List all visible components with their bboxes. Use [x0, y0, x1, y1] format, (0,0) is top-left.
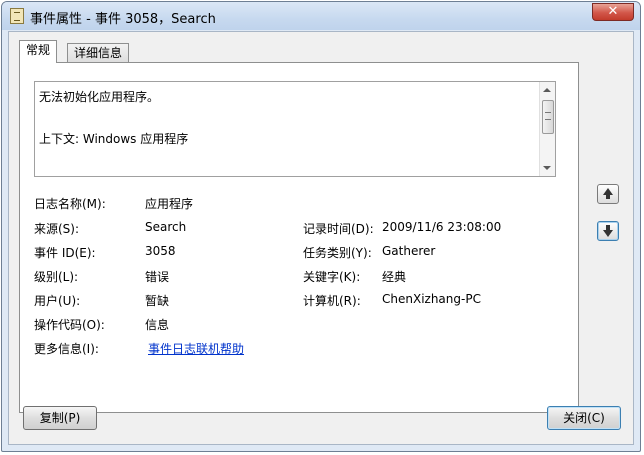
general-panel: 无法初始化应用程序。 上下文: Windows 应用程序 日志名称(M): 应用… — [19, 62, 579, 413]
level-label: 级别(L): — [34, 270, 79, 284]
description-scrollbar[interactable] — [539, 82, 555, 176]
log-name-label: 日志名称(M): — [34, 197, 106, 211]
logged-label: 记录时间(D): — [303, 222, 374, 236]
user-value: 暂缺 — [145, 294, 170, 308]
scroll-up-icon[interactable] — [543, 88, 551, 92]
close-window-button[interactable]: ✕ — [592, 3, 634, 21]
arrow-up-icon — [603, 188, 613, 199]
title-bar[interactable]: 事件属性 - 事件 3058，Search ✕ — [2, 2, 640, 30]
description-line-1: 无法初始化应用程序。 — [39, 90, 160, 104]
description-line-2: 上下文: Windows 应用程序 — [39, 132, 189, 146]
source-value: Search — [145, 220, 187, 234]
keywords-value: 经典 — [382, 270, 407, 284]
event-properties-window: 事件属性 - 事件 3058，Search ✕ 常规 详细信息 无法初始化应用程… — [1, 1, 641, 452]
window-title: 事件属性 - 事件 3058，Search — [30, 12, 216, 27]
source-label: 来源(S): — [34, 222, 80, 236]
event-id-value: 3058 — [145, 244, 176, 258]
keywords-label: 关键字(K): — [303, 270, 361, 284]
tab-details[interactable]: 详细信息 — [67, 43, 130, 63]
task-category-label: 任务类别(Y): — [303, 246, 372, 260]
previous-event-button[interactable] — [597, 184, 619, 204]
online-help-link[interactable]: 事件日志联机帮助 — [148, 340, 244, 357]
copy-button[interactable]: 复制(P) — [23, 406, 97, 430]
opcode-value: 信息 — [145, 318, 170, 332]
event-log-icon — [10, 8, 24, 24]
level-value: 错误 — [145, 270, 170, 284]
scroll-down-icon[interactable] — [543, 166, 551, 170]
next-event-button[interactable] — [597, 221, 619, 241]
more-info-label: 更多信息(I): — [34, 342, 99, 356]
event-description-box[interactable]: 无法初始化应用程序。 上下文: Windows 应用程序 — [34, 81, 556, 177]
task-category-value: Gatherer — [382, 244, 436, 258]
user-label: 用户(U): — [34, 294, 81, 308]
tab-general[interactable]: 常规 — [19, 40, 58, 63]
close-button[interactable]: 关闭(C) — [547, 406, 621, 430]
event-id-label: 事件 ID(E): — [34, 246, 96, 260]
computer-label: 计算机(R): — [303, 294, 361, 308]
logged-value: 2009/11/6 23:08:00 — [382, 220, 502, 234]
arrow-down-icon — [603, 225, 613, 237]
log-name-value: 应用程序 — [145, 197, 194, 211]
scroll-thumb[interactable] — [542, 100, 554, 134]
dialog-client-area: 常规 详细信息 无法初始化应用程序。 上下文: Windows 应用程序 日志名… — [8, 31, 634, 445]
opcode-label: 操作代码(O): — [34, 318, 105, 332]
computer-value: ChenXizhang-PC — [382, 292, 481, 306]
